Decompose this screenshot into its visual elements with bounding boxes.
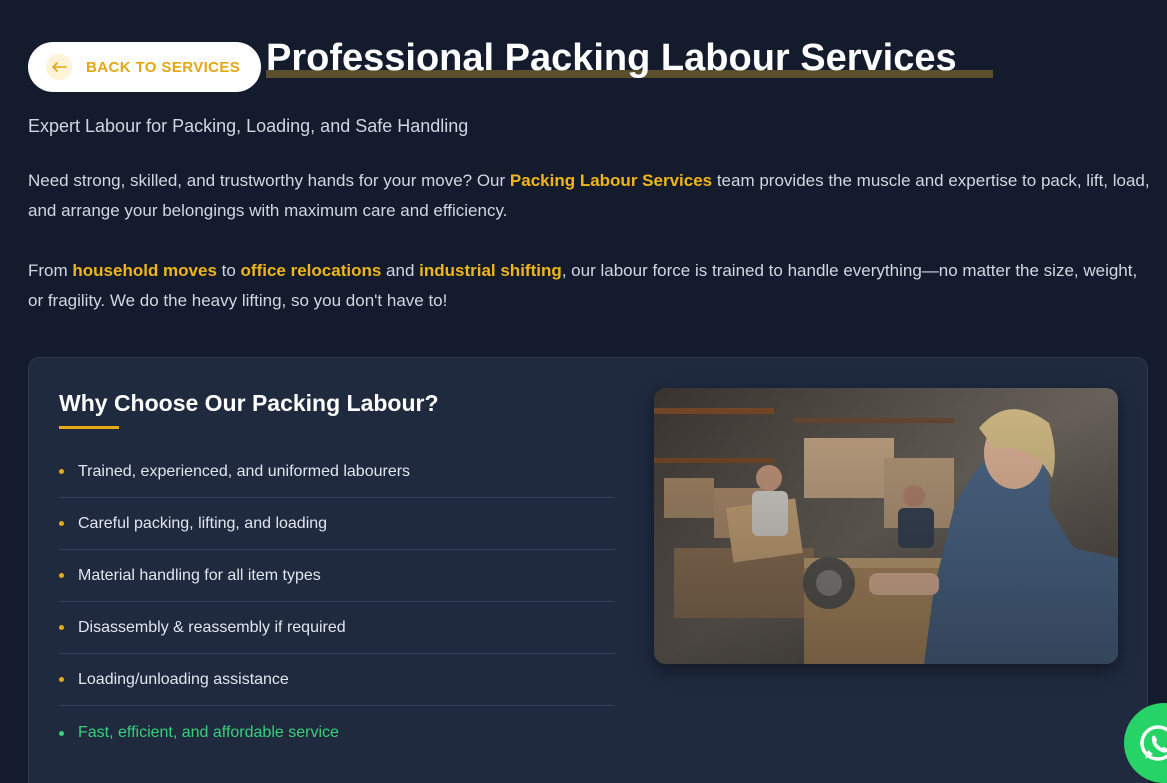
list-item: Disassembly & reassembly if required	[59, 602, 615, 654]
intro-paragraph-1: Need strong, skilled, and trustworthy ha…	[28, 166, 1153, 226]
list-item: Fast, efficient, and affordable service	[59, 706, 615, 760]
bullet-dot-icon	[59, 521, 64, 526]
bullet-dot-icon	[59, 625, 64, 630]
list-item: Trained, experienced, and uniformed labo…	[59, 446, 615, 498]
highlight-household-moves: household moves	[72, 261, 217, 280]
back-to-services-label: BACK TO SERVICES	[86, 58, 241, 76]
page-subtitle: Expert Labour for Packing, Loading, and …	[28, 116, 469, 136]
list-item-label: Trained, experienced, and uniformed labo…	[78, 462, 411, 480]
whatsapp-icon	[1140, 725, 1167, 761]
highlight-industrial-shifting: industrial shifting	[419, 261, 562, 280]
list-item-label: Fast, efficient, and affordable service	[78, 724, 339, 741]
why-choose-heading: Why Choose Our Packing Labour?	[59, 390, 439, 416]
bullet-dot-icon	[59, 677, 64, 682]
list-item: Material handling for all item types	[59, 550, 615, 602]
list-item-label: Material handling for all item types	[78, 566, 321, 584]
list-item-label: Loading/unloading assistance	[78, 670, 289, 688]
intro-paragraph-2: From household moves to office relocatio…	[28, 256, 1153, 316]
bullet-dot-icon	[59, 573, 64, 578]
page-title: Professional Packing Labour Services	[266, 37, 957, 79]
arrow-left-icon	[46, 54, 72, 80]
back-to-services-button[interactable]: BACK TO SERVICES	[28, 42, 261, 92]
heading-accent-bar	[59, 426, 119, 429]
feature-list: Trained, experienced, and uniformed labo…	[59, 446, 615, 760]
highlight-office-relocations: office relocations	[240, 261, 382, 280]
intro-text: and	[381, 261, 420, 280]
why-choose-card: Why Choose Our Packing Labour? Trained, …	[28, 357, 1148, 783]
list-item-label: Disassembly & reassembly if required	[78, 618, 346, 636]
list-item: Careful packing, lifting, and loading	[59, 498, 615, 550]
intro-text: Need strong, skilled, and trustworthy ha…	[28, 171, 510, 190]
warehouse-workers-photo	[654, 388, 1118, 664]
list-item-label: Careful packing, lifting, and loading	[78, 514, 328, 532]
bullet-dot-icon	[59, 469, 64, 474]
highlight-packing-labour-services: Packing Labour Services	[509, 171, 713, 190]
bullet-dot-icon	[59, 730, 64, 736]
intro-text: From	[28, 261, 73, 280]
list-item: Loading/unloading assistance	[59, 654, 615, 706]
intro-text: to	[216, 261, 241, 280]
